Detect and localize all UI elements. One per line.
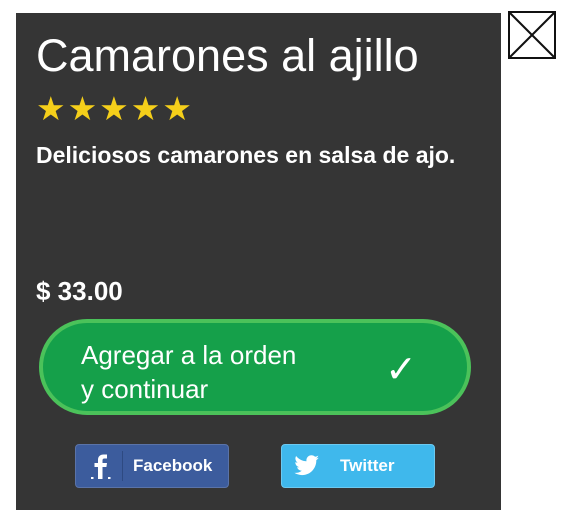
- dish-price: $ 33.00: [36, 276, 123, 306]
- add-to-order-label-line2: y continuar: [81, 374, 209, 404]
- product-card: Camarones al ajillo ★★★★★ Deliciosos cam…: [16, 13, 501, 510]
- twitter-icon: [292, 451, 322, 481]
- dish-title: Camarones al ajillo: [36, 30, 419, 81]
- twitter-share-button[interactable]: Twitter: [281, 444, 435, 488]
- dish-description: Deliciosos camarones en salsa de ajo.: [36, 142, 456, 168]
- close-icon[interactable]: [508, 11, 556, 59]
- add-to-order-label-line1: Agregar a la orden: [81, 340, 297, 370]
- facebook-share-button[interactable]: Facebook: [75, 444, 229, 488]
- checkmark-icon: ✓: [385, 347, 417, 391]
- rating-stars: ★★★★★: [36, 89, 194, 128]
- facebook-icon: [86, 451, 123, 481]
- add-to-order-label: Agregar a la orden y continuar: [81, 338, 361, 406]
- facebook-label: Facebook: [133, 456, 213, 475]
- add-to-order-button[interactable]: Agregar a la orden y continuar ✓: [39, 319, 471, 415]
- twitter-label: Twitter: [340, 456, 395, 475]
